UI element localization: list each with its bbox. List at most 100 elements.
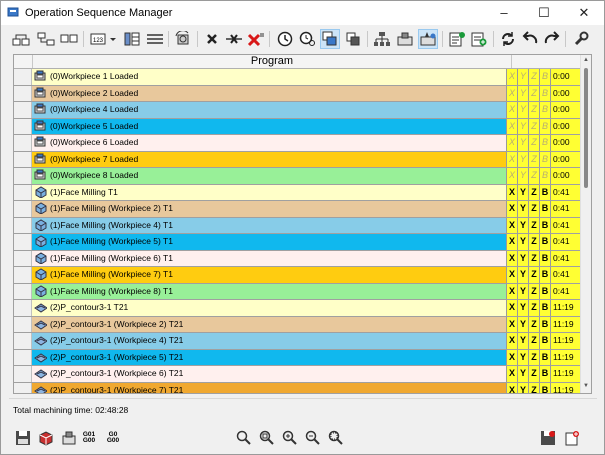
redo-icon[interactable] [542, 29, 562, 49]
table-row[interactable]: (1)Face Milling (Workpiece 8) T1 X Y Z B 0:41 [14, 283, 580, 300]
row-gutter[interactable] [14, 201, 32, 217]
add-document-green-icon[interactable] [469, 29, 489, 49]
scroll-down-icon[interactable]: ▼ [583, 383, 589, 389]
operation-cell[interactable]: (1)Face Milling (Workpiece 8) T1 [32, 283, 506, 299]
machine-settings-icon[interactable] [418, 29, 438, 49]
operation-cell[interactable]: (2)P_contour3-1 (Workpiece 4) T21 [32, 333, 506, 349]
operation-cell[interactable]: (0)Workpiece 5 Loaded [32, 118, 506, 134]
columns-icon[interactable] [122, 29, 142, 49]
operation-cell[interactable]: (1)Face Milling (Workpiece 7) T1 [32, 267, 506, 283]
operation-cell[interactable]: (2)P_contour3-1 (Workpiece 2) T21 [32, 316, 506, 332]
row-gutter[interactable] [14, 300, 32, 316]
operation-cell[interactable]: (0)Workpiece 8 Loaded [32, 168, 506, 184]
g0-g00-icon[interactable]: G0 G00 [105, 429, 121, 447]
table-row[interactable]: (2)P_contour3-1 T21 X Y Z B 11:19 [14, 300, 580, 317]
row-gutter[interactable] [14, 135, 32, 151]
row-gutter[interactable] [14, 69, 32, 85]
operation-cell[interactable]: (1)Face Milling (Workpiece 5) T1 [32, 234, 506, 250]
row-gutter[interactable] [14, 250, 32, 266]
operation-cell[interactable]: (1)Face Milling T1 [32, 184, 506, 200]
table-row[interactable]: (2)P_contour3-1 (Workpiece 5) T21 X Y Z B 11:… [14, 349, 580, 366]
machine-cycle-icon[interactable] [173, 29, 193, 49]
operation-cell[interactable]: (0)Workpiece 7 Loaded [32, 151, 506, 167]
layout-grid-icon[interactable] [59, 29, 79, 49]
table-row[interactable]: (1)Face Milling (Workpiece 6) T1 X Y Z B 0:41 [14, 250, 580, 267]
table-row[interactable]: (2)P_contour3-1 (Workpiece 2) T21 X Y Z B 11:… [14, 316, 580, 333]
row-gutter[interactable] [14, 102, 32, 118]
program-column-header[interactable]: Program [32, 55, 512, 68]
row-gutter[interactable] [14, 151, 32, 167]
zoom-fit-icon[interactable] [258, 429, 276, 447]
g01-g00-icon[interactable]: G01 G00 [81, 429, 97, 447]
row-gutter[interactable] [14, 333, 32, 349]
operation-cell[interactable]: (2)P_contour3-1 (Workpiece 7) T21 [32, 382, 506, 393]
row-gutter[interactable] [14, 349, 32, 365]
vertical-scrollbar[interactable]: ▲ ▼ [580, 55, 591, 393]
table-row[interactable]: (0)Workpiece 6 Loaded X Y Z B 0:00 [14, 135, 580, 152]
add-red-icon[interactable] [563, 429, 581, 447]
close-button[interactable]: ✕ [564, 1, 604, 25]
operation-cell[interactable]: (1)Face Milling (Workpiece 2) T1 [32, 201, 506, 217]
operation-cell[interactable]: (2)P_contour3-1 T21 [32, 300, 506, 316]
sort-dropdown-icon[interactable]: 123 [89, 29, 119, 49]
wrench-icon[interactable] [571, 29, 591, 49]
row-gutter[interactable] [14, 217, 32, 233]
row-gutter[interactable] [14, 184, 32, 200]
row-gutter[interactable] [14, 283, 32, 299]
scroll-up-icon[interactable]: ▲ [583, 57, 589, 63]
maximize-button[interactable]: ☐ [524, 1, 564, 25]
machine-export-icon[interactable] [60, 429, 78, 447]
row-gutter[interactable] [14, 234, 32, 250]
operation-cell[interactable]: (2)P_contour3-1 (Workpiece 5) T21 [32, 349, 506, 365]
table-row[interactable]: (1)Face Milling (Workpiece 5) T1 X Y Z B 0:41 [14, 234, 580, 251]
operation-cell[interactable]: (1)Face Milling (Workpiece 4) T1 [32, 217, 506, 233]
row-gutter[interactable] [14, 85, 32, 101]
zoom-in-icon[interactable] [281, 429, 299, 447]
stack-windows-icon[interactable] [343, 29, 363, 49]
table-row[interactable]: (0)Workpiece 7 Loaded X Y Z B 0:00 [14, 151, 580, 168]
stock-cube-icon[interactable] [37, 429, 55, 447]
zoom-icon[interactable] [235, 429, 253, 447]
add-document-icon[interactable] [447, 29, 467, 49]
undo-icon[interactable] [520, 29, 540, 49]
table-row[interactable]: (1)Face Milling T1 X Y Z B 0:41 [14, 184, 580, 201]
table-row[interactable]: (2)P_contour3-1 (Workpiece 6) T21 X Y Z B 11:… [14, 366, 580, 383]
table-row[interactable]: (1)Face Milling (Workpiece 4) T1 X Y Z B 0:41 [14, 217, 580, 234]
table-row[interactable]: (1)Face Milling (Workpiece 2) T1 X Y Z B 0:41 [14, 201, 580, 218]
operation-cell[interactable]: (0)Workpiece 6 Loaded [32, 135, 506, 151]
operation-cell[interactable]: (0)Workpiece 1 Loaded [32, 69, 506, 85]
table-row[interactable]: (1)Face Milling (Workpiece 7) T1 X Y Z B 0:41 [14, 267, 580, 284]
row-gutter[interactable] [14, 366, 32, 382]
row-gutter[interactable] [14, 382, 32, 393]
table-row[interactable]: (2)P_contour3-1 (Workpiece 7) T21 X Y Z B 11:… [14, 382, 580, 393]
list-icon[interactable] [145, 29, 165, 49]
table-row[interactable]: (0)Workpiece 1 Loaded X Y Z B 0:00 [14, 69, 580, 86]
machine-tool-icon[interactable] [395, 29, 415, 49]
minimize-button[interactable]: – [484, 1, 524, 25]
table-row[interactable]: (0)Workpiece 8 Loaded X Y Z B 0:00 [14, 168, 580, 185]
clock-icon[interactable] [275, 29, 295, 49]
operation-cell[interactable]: (0)Workpiece 4 Loaded [32, 102, 506, 118]
layout-tree-icon[interactable] [36, 29, 56, 49]
overlap-windows-icon[interactable] [320, 29, 340, 49]
row-gutter[interactable] [14, 118, 32, 134]
table-row[interactable]: (2)P_contour3-1 (Workpiece 4) T21 X Y Z B 11:… [14, 333, 580, 350]
hierarchy-icon[interactable] [372, 29, 392, 49]
scrollbar-thumb[interactable] [584, 68, 588, 188]
layout-horizontal-icon[interactable] [11, 29, 31, 49]
table-row[interactable]: (0)Workpiece 2 Loaded X Y Z B 0:00 [14, 85, 580, 102]
save-icon[interactable] [14, 429, 32, 447]
row-gutter[interactable] [14, 168, 32, 184]
zoom-window-icon[interactable] [327, 429, 345, 447]
operation-cell[interactable]: (2)P_contour3-1 (Workpiece 6) T21 [32, 366, 506, 382]
refresh-icon[interactable] [498, 29, 518, 49]
zoom-out-icon[interactable] [304, 429, 322, 447]
delete-icon[interactable] [202, 29, 222, 49]
clock-search-icon[interactable] [298, 29, 318, 49]
operation-cell[interactable]: (0)Workpiece 2 Loaded [32, 85, 506, 101]
row-gutter[interactable] [14, 267, 32, 283]
save-red-icon[interactable] [539, 429, 557, 447]
delete-all-icon[interactable] [246, 29, 266, 49]
table-row[interactable]: (0)Workpiece 5 Loaded X Y Z B 0:00 [14, 118, 580, 135]
operation-cell[interactable]: (1)Face Milling (Workpiece 6) T1 [32, 250, 506, 266]
